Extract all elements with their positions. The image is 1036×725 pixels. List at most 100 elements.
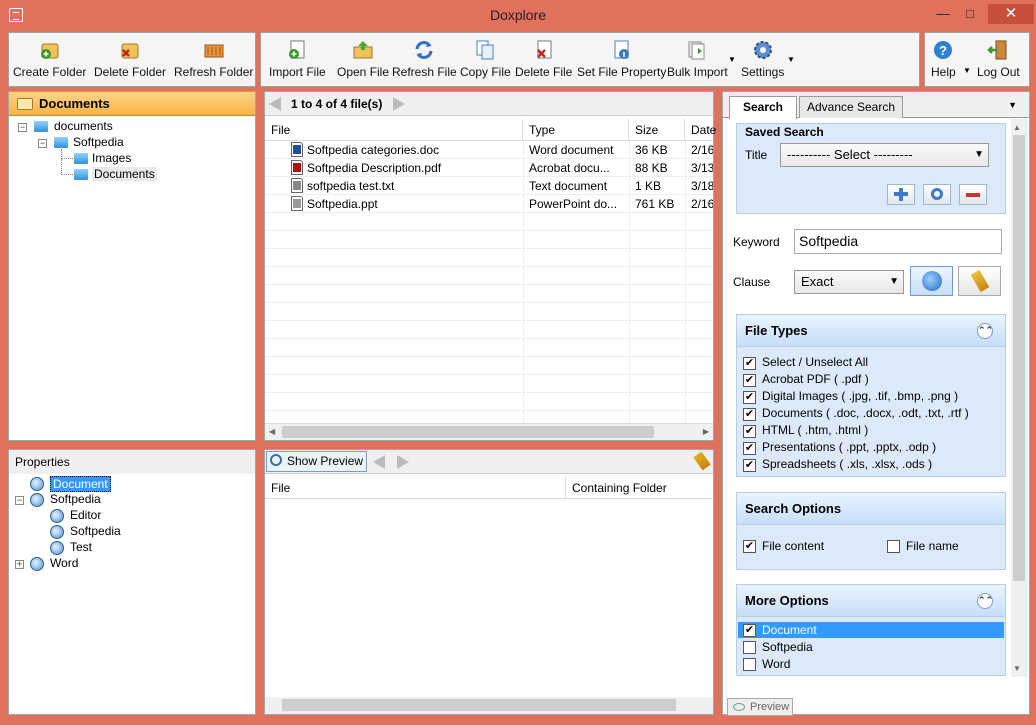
property-node-document[interactable]: Document [50,476,111,492]
file-cell-type: Acrobat docu... [529,161,610,175]
clear-icon[interactable] [693,451,711,471]
refresh-file-button[interactable]: Refresh File [392,33,457,85]
search-options-panel: Search Options ✔ File content File name [736,492,1006,570]
file-row[interactable]: softpedia test.txt Text document 1 KB 3/18 [265,177,713,195]
close-icon[interactable]: ✕ [988,4,1034,24]
column-file[interactable]: File [265,477,566,499]
bulk-import-dropdown-icon[interactable]: ▼ [728,55,736,64]
magnifier-icon [270,454,282,466]
file-type-checkbox[interactable]: ✔ [743,374,756,387]
search-options-header[interactable]: Search Options [737,493,1005,525]
keyword-input[interactable]: Softpedia [794,229,1002,254]
file-row[interactable]: Softpedia categories.doc Word document 36 … [265,141,713,159]
logout-button[interactable]: Log Out [977,33,1020,85]
file-icon [291,142,303,157]
scroll-thumb[interactable] [282,699,676,711]
file-type-checkbox[interactable]: ✔ [743,442,756,455]
file-type-label: Documents ( .doc, .docx, .odt, .txt, .rt… [762,406,969,420]
settings-dropdown-icon[interactable]: ▼ [787,55,795,64]
file-type-label: Acrobat PDF ( .pdf ) [762,372,869,386]
scroll-left-icon[interactable]: ◀ [269,427,275,436]
collapse-icon[interactable]: ⌃⌃ [977,593,993,609]
property-node-softpedia[interactable]: Softpedia [50,492,101,506]
file-icon [291,160,303,175]
tree-node-images[interactable]: Images [92,151,131,165]
settings-button[interactable]: Settings [741,33,784,85]
tree-node-documents[interactable]: documents [54,119,113,133]
preview-tab[interactable]: Preview [727,698,793,716]
file-type-checkbox[interactable]: ✔ [743,408,756,421]
show-preview-button[interactable]: Show Preview [266,451,367,472]
collapse-icon[interactable]: − [15,496,24,505]
scroll-thumb[interactable] [282,426,654,438]
set-file-property-button[interactable]: Set File Property [577,33,666,85]
collapse-icon[interactable]: ⌃⌃ [977,323,993,339]
open-file-button[interactable]: Open File [337,33,389,85]
tab-advance-search[interactable]: Advance Search [799,96,903,118]
file-name-checkbox[interactable] [887,540,900,553]
help-dropdown-icon[interactable]: ▼ [963,66,971,75]
file-toolbar: Import File Open File Refresh File Copy … [260,32,920,87]
collapse-icon[interactable]: − [38,139,47,148]
tab-search[interactable]: Search [729,96,797,119]
more-option-checkbox[interactable] [743,641,756,654]
search-button[interactable] [910,266,953,296]
column-containing-folder[interactable]: Containing Folder [566,477,713,499]
file-types-header[interactable]: File Types ⌃⌃ [737,315,1005,347]
file-list-hscrollbar[interactable]: ◀ ▶ [265,423,713,440]
property-node-softpedia-child[interactable]: Softpedia [70,524,121,538]
refresh-folder-button[interactable]: Refresh Folder [174,33,253,85]
file-type-checkbox[interactable]: ✔ [743,357,756,370]
prev-page-icon[interactable] [269,97,281,111]
delete-saved-search-button[interactable] [959,184,987,205]
bulk-import-button[interactable]: Bulk Import [667,33,728,85]
column-date[interactable]: Date [685,119,716,141]
search-vscrollbar[interactable]: ▲ ▼ [1011,119,1028,677]
collapse-icon[interactable]: − [18,123,27,132]
refresh-saved-search-button[interactable] [923,184,951,205]
scroll-up-icon[interactable]: ▲ [1013,123,1021,132]
file-type-label: Presentations ( .ppt, .pptx, .odp ) [762,440,937,454]
file-row[interactable]: Softpedia Description.pdf Acrobat docu...… [265,159,713,177]
file-grid-header: File Type Size Date [265,119,716,141]
more-options-header[interactable]: More Options ⌃⌃ [737,585,1005,617]
tabs-dropdown-icon[interactable]: ▼ [1008,100,1017,110]
file-content-checkbox[interactable]: ✔ [743,540,756,553]
next-preview-icon[interactable] [397,455,409,469]
more-option-checkbox[interactable] [743,658,756,671]
scroll-thumb[interactable] [1013,135,1025,581]
maximize-icon[interactable]: □ [958,4,982,24]
column-file[interactable]: File [265,119,523,141]
file-type-checkbox[interactable]: ✔ [743,425,756,438]
expand-icon[interactable]: + [15,560,24,569]
prev-preview-icon[interactable] [373,455,385,469]
file-row[interactable]: Softpedia.ppt PowerPoint do... 761 KB 2/16 [265,195,713,213]
file-cell-size: 88 KB [635,161,668,175]
delete-folder-button[interactable]: Delete Folder [94,33,166,85]
copy-file-button[interactable]: Copy File [460,33,511,85]
add-saved-search-button[interactable] [887,184,915,205]
delete-file-button[interactable]: Delete File [515,33,572,85]
tree-node-documents-selected[interactable]: Documents [92,167,157,181]
scroll-right-icon[interactable]: ▶ [703,427,709,436]
clear-search-button[interactable] [958,266,1001,296]
file-type-checkbox[interactable]: ✔ [743,459,756,472]
create-folder-button[interactable]: Create Folder [13,33,86,85]
preview-hscrollbar[interactable] [265,697,713,714]
tree-node-softpedia[interactable]: Softpedia [73,135,124,149]
column-size[interactable]: Size [629,119,685,141]
property-node-test[interactable]: Test [70,540,92,554]
saved-search-select[interactable]: ---------- Select --------- ▼ [780,143,989,167]
property-node-editor[interactable]: Editor [70,508,101,522]
file-type-checkbox[interactable]: ✔ [743,391,756,404]
next-page-icon[interactable] [393,97,405,111]
help-button[interactable]: ? Help [931,33,956,85]
minimize-icon[interactable]: — [931,4,955,24]
scroll-down-icon[interactable]: ▼ [1013,664,1021,673]
import-file-button[interactable]: Import File [269,33,326,85]
clause-select[interactable]: Exact ▼ [794,270,904,294]
column-type[interactable]: Type [523,119,629,141]
more-option-checkbox[interactable]: ✔ [743,624,756,637]
open-file-icon [352,39,374,61]
property-node-word[interactable]: Word [50,556,78,570]
